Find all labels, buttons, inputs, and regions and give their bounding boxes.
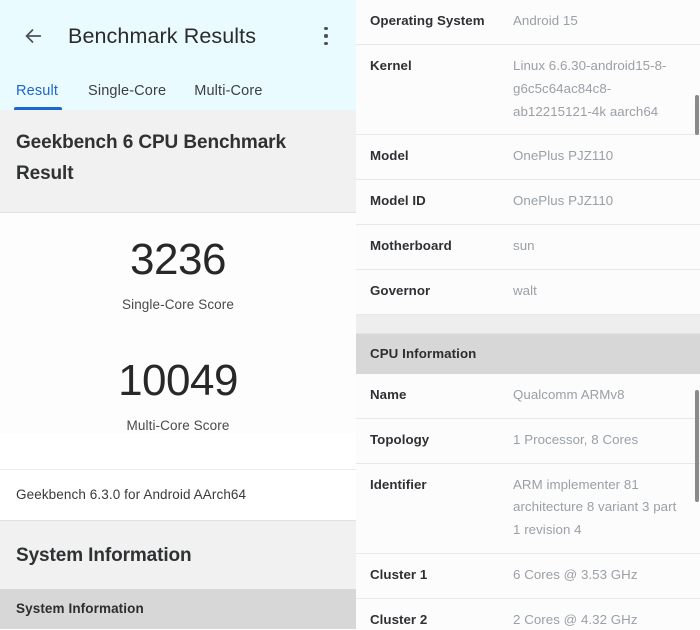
- single-core-score-value: 3236: [130, 234, 226, 284]
- benchmark-title-line-1: Geekbench 6 CPU Benchmark: [16, 132, 286, 153]
- arrow-left-icon[interactable]: [16, 19, 50, 53]
- row-value: 2 Cores @ 4.32 GHz: [513, 612, 638, 628]
- row-value: OnePlus PJZ110: [513, 148, 614, 164]
- table-row: Operating System Android 15: [356, 0, 700, 45]
- row-value: Linux 6.6.30-android15-8-g6c5c64ac84c8-a…: [513, 57, 667, 119]
- row-value: 1 Processor, 8 Cores: [513, 431, 639, 447]
- multi-core-score-label: Multi-Core Score: [126, 418, 230, 434]
- single-core-score-group: 3236 Single-Core Score: [0, 235, 356, 312]
- row-key: Motherboard: [370, 238, 452, 254]
- tab-result-label: Result: [16, 83, 58, 99]
- table-row: Identifier ARM implementer 81 architectur…: [356, 463, 700, 555]
- system-information-subheader: System Information: [0, 589, 356, 630]
- row-key: Cluster 2: [370, 612, 428, 628]
- app-bar: Benchmark Results: [0, 0, 356, 72]
- row-key: Topology: [370, 431, 430, 447]
- section-spacer: [356, 314, 700, 334]
- table-row: Motherboard sun: [356, 225, 700, 271]
- tab-single-core-label: Single-Core: [88, 83, 167, 99]
- more-vertical-icon[interactable]: [312, 20, 340, 52]
- table-row: Name Qualcomm ARMv8: [356, 373, 700, 419]
- table-row: Model OnePlus PJZ110: [356, 135, 700, 181]
- tab-result[interactable]: Result: [14, 83, 74, 110]
- table-row: Topology 1 Processor, 8 Cores: [356, 418, 700, 464]
- geekbench-version-text: Geekbench 6.3.0 for Android AArch64: [0, 469, 356, 522]
- row-value: OnePlus PJZ110: [513, 193, 614, 209]
- table-row: Model ID OnePlus PJZ110: [356, 180, 700, 226]
- row-key: Governor: [370, 283, 431, 299]
- row-key: Identifier: [370, 476, 427, 492]
- row-key: Name: [370, 386, 407, 402]
- system-information-rows: Operating System Android 15 Kernel Linux 6.…: [356, 0, 700, 630]
- tab-single-core[interactable]: Single-Core: [74, 83, 180, 110]
- table-row: Kernel Linux 6.6.30-android15-8-g6c5c64ac…: [356, 44, 700, 136]
- table-row: Governor walt: [356, 270, 700, 315]
- tab-bar: Result Single-Core Multi-Core: [0, 72, 356, 110]
- row-key: Operating System: [370, 13, 485, 28]
- row-value: 6 Cores @ 3.53 GHz: [513, 567, 638, 583]
- row-key: Model ID: [370, 193, 426, 209]
- multi-core-score-value: 10049: [118, 355, 238, 405]
- row-value: Android 15: [513, 13, 578, 28]
- score-area: 3236 Single-Core Score 10049 Multi-Core …: [0, 212, 356, 434]
- table-row: Cluster 2 2 Cores @ 4.32 GHz: [356, 599, 700, 630]
- row-key: Model: [370, 148, 409, 164]
- row-key: Kernel: [370, 57, 412, 73]
- row-value: ARM implementer 81 architecture 8 varian…: [513, 476, 677, 538]
- row-value: walt: [513, 283, 537, 299]
- tab-multi-core-label: Multi-Core: [194, 83, 263, 99]
- single-core-score-label: Single-Core Score: [121, 296, 234, 312]
- multi-core-score-group: 10049 Multi-Core Score: [0, 356, 356, 433]
- row-key: Cluster 1: [370, 567, 428, 583]
- benchmark-result-panel: Benchmark Results Result Single-Core Mul…: [0, 0, 356, 630]
- row-value: Qualcomm ARMv8: [513, 386, 625, 402]
- group-header: CPU Information: [356, 333, 700, 374]
- system-information-table-panel[interactable]: Operating System Android 15 Kernel Linux 6.…: [356, 0, 700, 630]
- table-row: Cluster 1 6 Cores @ 3.53 GHz: [356, 554, 700, 600]
- row-value: sun: [513, 238, 535, 254]
- system-information-heading: System Information: [0, 521, 356, 590]
- app-window: Benchmark Results Result Single-Core Mul…: [0, 0, 700, 630]
- page-title: Benchmark Results: [68, 23, 257, 48]
- benchmark-title: Geekbench 6 CPU Benchmark Result: [0, 110, 356, 213]
- benchmark-title-line-2: Result: [16, 162, 74, 184]
- tab-multi-core[interactable]: Multi-Core: [180, 83, 276, 110]
